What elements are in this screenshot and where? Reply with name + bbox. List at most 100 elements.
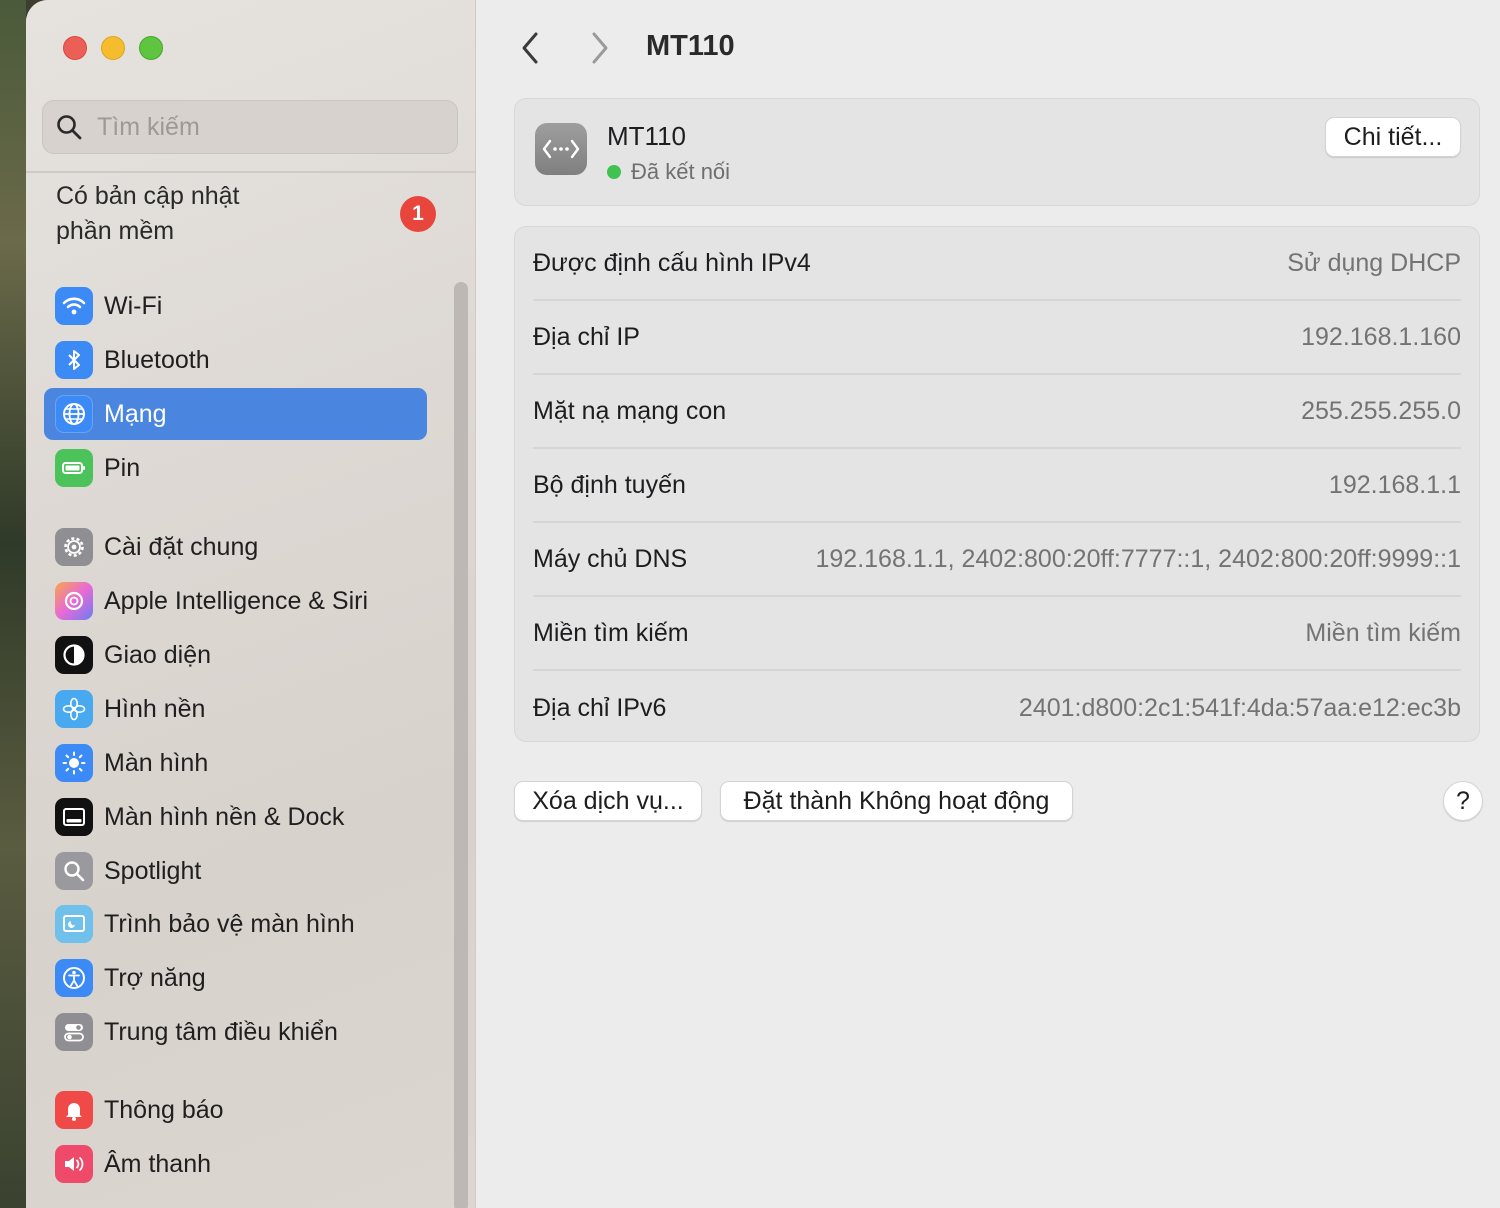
sidebar-item-label: Pin <box>104 453 141 482</box>
service-status: Đã kết nối <box>607 159 730 185</box>
sidebar-item-wifi[interactable]: Wi-Fi <box>44 280 427 332</box>
sidebar-item-label: Apple Intelligence & Siri <box>104 586 369 615</box>
siri-icon <box>55 582 93 620</box>
sidebar-item-desktop-dock[interactable]: Màn hình nền & Dock <box>44 791 427 843</box>
chevron-left-icon <box>522 32 538 64</box>
chevron-right-icon <box>592 32 608 64</box>
detail-value: Sử dụng DHCP <box>1287 248 1461 277</box>
search-input[interactable] <box>97 112 437 142</box>
close-window-button[interactable] <box>63 36 87 60</box>
accessibility-icon <box>55 959 93 997</box>
sidebar-item-label: Giao diện <box>104 640 212 669</box>
detail-label: Địa chỉ IP <box>533 322 640 351</box>
sidebar-item-label: Âm thanh <box>104 1149 212 1178</box>
magnifier-icon <box>55 852 93 890</box>
detail-label: Mặt nạ mạng con <box>533 396 727 425</box>
detail-row-ipv6-address: Địa chỉ IPv6 2401:d800:2c1:541f:4da:57aa… <box>533 671 1461 745</box>
sidebar-item-spotlight[interactable]: Spotlight <box>44 845 427 897</box>
appearance-icon <box>55 636 93 674</box>
delete-service-button[interactable]: Xóa dịch vụ... <box>514 781 702 821</box>
detail-value: 2401:d800:2c1:541f:4da:57aa:e12:ec3b <box>1018 693 1461 722</box>
sidebar-divider <box>26 171 476 173</box>
sidebar-item-label: Trung tâm điều khiển <box>104 1017 338 1046</box>
sidebar-item-control-center[interactable]: Trung tâm điều khiển <box>44 1006 427 1058</box>
flower-icon <box>55 690 93 728</box>
globe-icon <box>55 395 93 433</box>
detail-label: Máy chủ DNS <box>533 544 688 573</box>
sidebar-item-label: Màn hình nền & Dock <box>104 802 345 831</box>
speaker-icon <box>55 1145 93 1183</box>
detail-row-subnet-mask: Mặt nạ mạng con 255.255.255.0 <box>533 375 1461 449</box>
sidebar-item-notifications[interactable]: Thông báo <box>44 1084 427 1136</box>
update-count-badge: 1 <box>400 196 436 232</box>
sidebar-item-label: Spotlight <box>104 856 202 885</box>
sidebar-item-label: Hình nền <box>104 694 206 723</box>
search-field[interactable] <box>42 100 458 154</box>
service-header-card: MT110 Đã kết nối Chi tiết... <box>514 98 1480 206</box>
detail-label: Miền tìm kiếm <box>533 618 689 647</box>
sidebar-item-label: Trình bảo vệ màn hình <box>104 909 355 938</box>
sidebar-item-network[interactable]: Mạng <box>44 388 427 440</box>
make-inactive-button[interactable]: Đặt thành Không hoạt động <box>720 781 1073 821</box>
sidebar-item-general[interactable]: Cài đặt chung <box>44 521 427 573</box>
desktop-wallpaper <box>0 0 26 1208</box>
detail-value: Miền tìm kiếm <box>1305 618 1461 647</box>
search-icon <box>57 115 82 140</box>
screensaver-icon <box>55 905 93 943</box>
page-title: MT110 <box>646 30 735 62</box>
sidebar-item-label: Trợ năng <box>104 963 206 992</box>
sun-icon <box>55 744 93 782</box>
sidebar-item-accessibility[interactable]: Trợ năng <box>44 952 427 1004</box>
sidebar-item-label: Wi-Fi <box>104 291 163 320</box>
detail-value: 192.168.1.160 <box>1301 322 1461 351</box>
sidebar-item-label: Mạng <box>104 399 167 428</box>
sidebar-item-wallpaper[interactable]: Hình nền <box>44 683 427 735</box>
sidebar-item-screen-saver[interactable]: Trình bảo vệ màn hình <box>44 898 427 950</box>
detail-label: Được định cấu hình IPv4 <box>533 248 811 277</box>
detail-row-dns-servers: Máy chủ DNS 192.168.1.1, 2402:800:20ff:7… <box>533 523 1461 597</box>
sidebar-item-displays[interactable]: Màn hình <box>44 737 427 789</box>
toggles-icon <box>55 1013 93 1051</box>
sidebar-item-battery[interactable]: Pin <box>44 442 427 494</box>
ethernet-icon <box>535 123 587 175</box>
battery-icon <box>55 449 93 487</box>
bell-icon <box>55 1091 93 1129</box>
forward-button[interactable] <box>580 26 620 70</box>
zoom-window-button[interactable] <box>139 36 163 60</box>
detail-value: 192.168.1.1 <box>1328 470 1461 499</box>
detail-row-ip-address: Địa chỉ IP 192.168.1.160 <box>533 301 1461 375</box>
software-update-line1: Có bản cập nhật <box>56 182 240 210</box>
software-update-notice[interactable]: Có bản cập nhật phần mềm 1 <box>56 178 436 250</box>
detail-label: Bộ định tuyến <box>533 470 686 499</box>
service-status-text: Đã kết nối <box>631 159 731 184</box>
sidebar-item-label: Bluetooth <box>104 345 210 374</box>
back-button[interactable] <box>510 26 550 70</box>
detail-value: 255.255.255.0 <box>1301 396 1461 425</box>
sidebar-item-apple-intelligence[interactable]: Apple Intelligence & Siri <box>44 575 427 627</box>
settings-window: Có bản cập nhật phần mềm 1 Wi-Fi Bluetoo… <box>26 0 1500 1208</box>
software-update-label: Có bản cập nhật phần mềm <box>56 179 239 249</box>
detail-row-ipv4-config: Được định cấu hình IPv4 Sử dụng DHCP <box>533 227 1461 301</box>
network-details-card: Được định cấu hình IPv4 Sử dụng DHCP Địa… <box>514 226 1480 742</box>
software-update-line2: phần mềm <box>56 217 175 245</box>
help-button[interactable]: ? <box>1443 781 1483 821</box>
detail-value: 192.168.1.1, 2402:800:20ff:7777::1, 2402… <box>815 544 1462 573</box>
sidebar-item-label: Màn hình <box>104 748 209 777</box>
bluetooth-icon <box>55 341 93 379</box>
detail-row-router: Bộ định tuyến 192.168.1.1 <box>533 449 1461 523</box>
sidebar-scrollbar[interactable] <box>454 282 468 1208</box>
sidebar-item-label: Cài đặt chung <box>104 532 259 561</box>
sidebar: Có bản cập nhật phần mềm 1 Wi-Fi Bluetoo… <box>26 0 476 1208</box>
minimize-window-button[interactable] <box>101 36 125 60</box>
sidebar-item-bluetooth[interactable]: Bluetooth <box>44 334 427 386</box>
sidebar-item-sound[interactable]: Âm thanh <box>44 1138 427 1190</box>
sidebar-item-label: Thông báo <box>104 1095 224 1124</box>
details-button[interactable]: Chi tiết... <box>1325 117 1461 157</box>
sidebar-item-appearance[interactable]: Giao diện <box>44 629 427 681</box>
dock-icon <box>55 798 93 836</box>
gear-icon <box>55 528 93 566</box>
detail-row-search-domains: Miền tìm kiếm Miền tìm kiếm <box>533 597 1461 671</box>
window-controls <box>63 36 163 60</box>
wifi-icon <box>55 287 93 325</box>
service-name: MT110 <box>607 121 686 151</box>
